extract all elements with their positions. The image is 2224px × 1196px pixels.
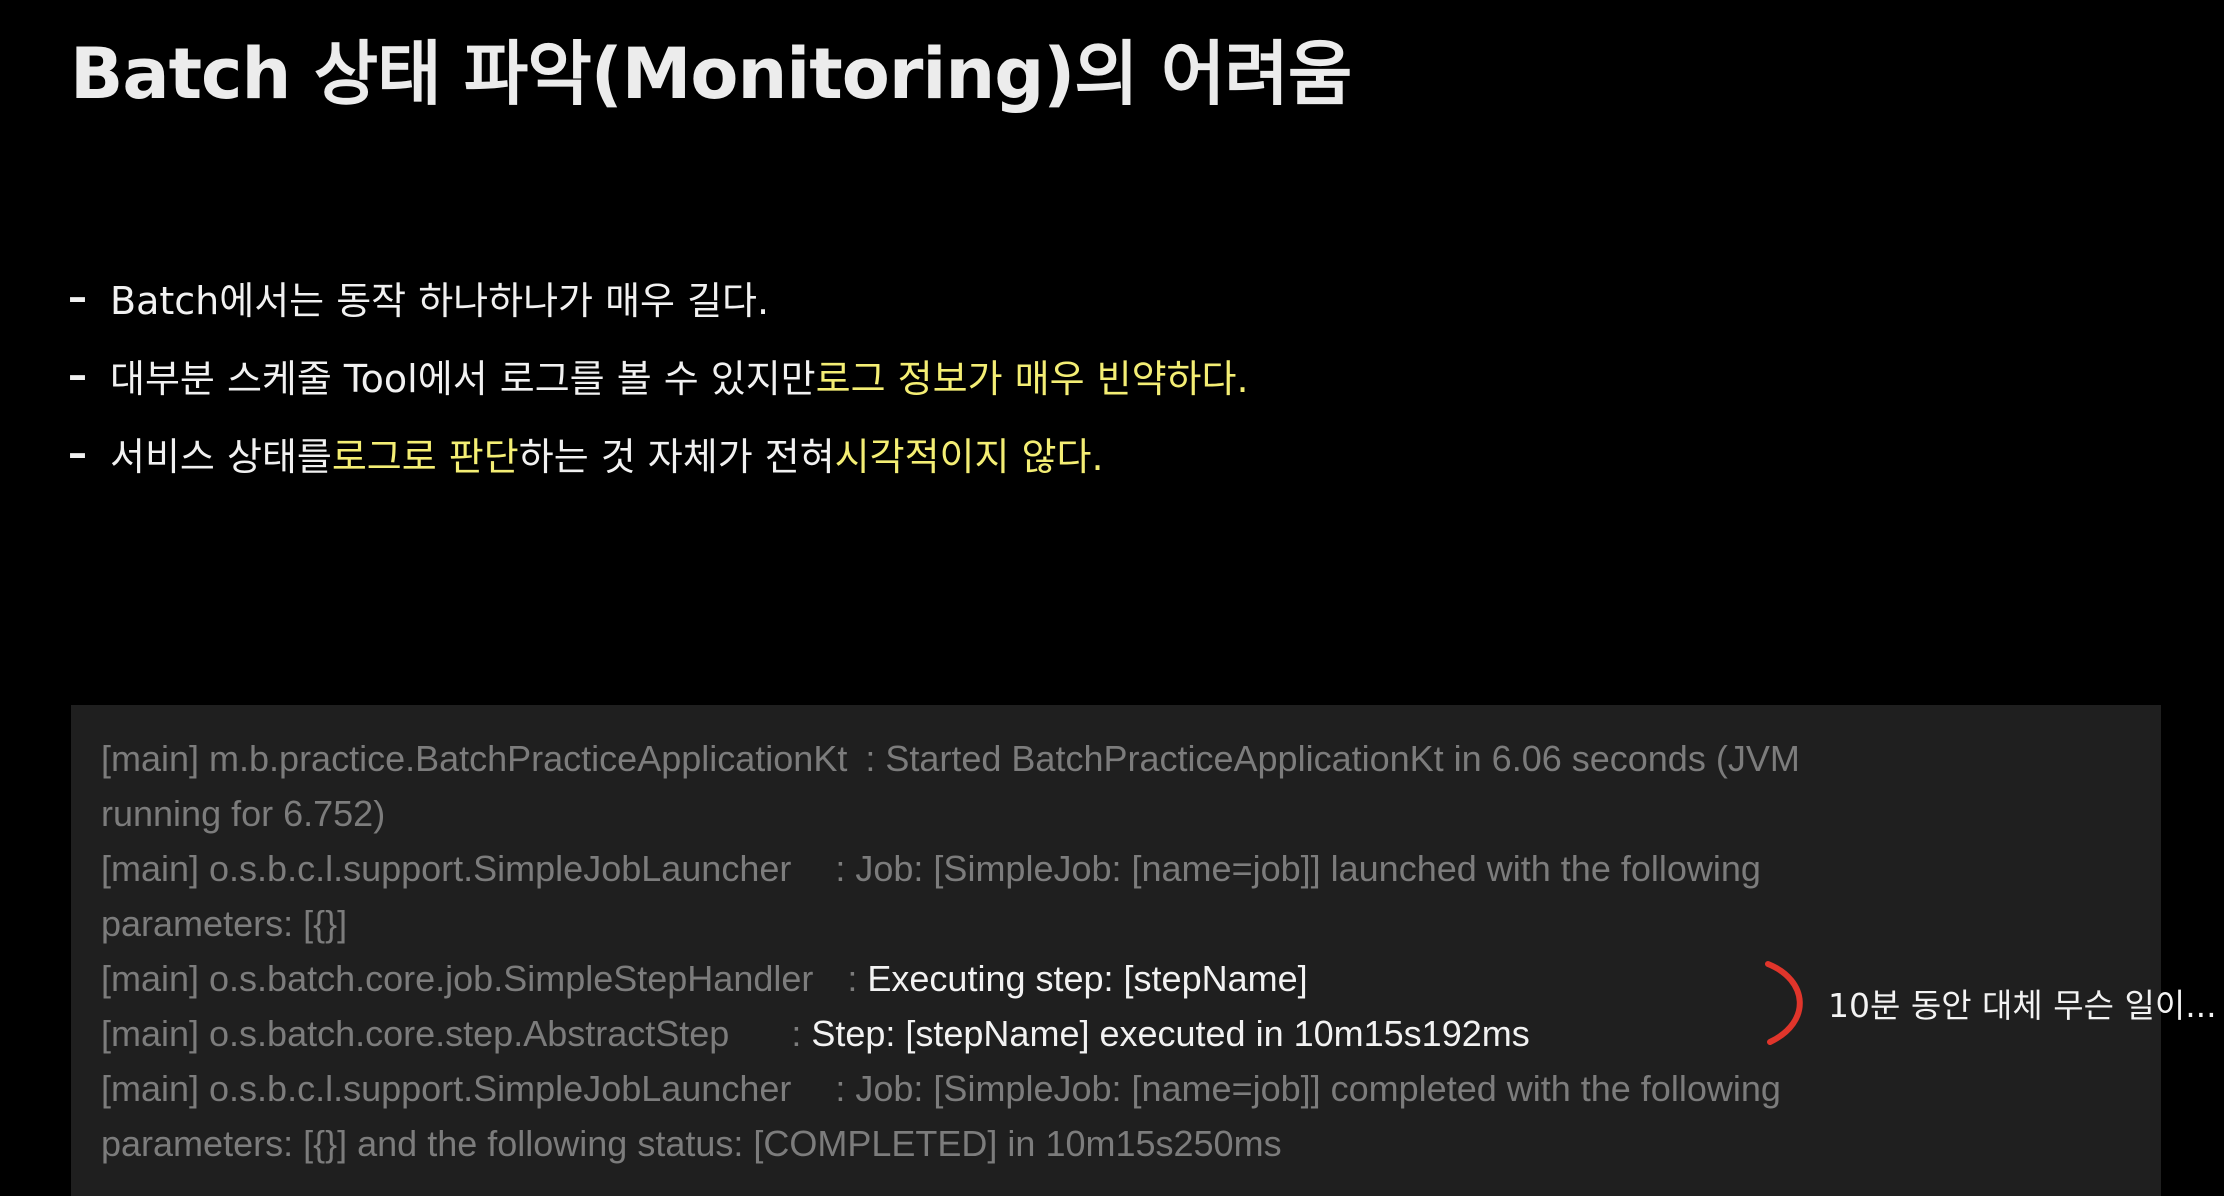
bullet-text: 대부분 스케줄 Tool에서 로그를 볼 수 있지만 [110,356,816,401]
log-message: : Started BatchPracticeApplicationKt in … [865,738,1800,779]
log-logger: [main] m.b.practice.BatchPracticeApplica… [101,738,848,779]
log-message: parameters: [{}] and the following statu… [101,1123,1282,1164]
bullet-list: – Batch에서는 동작 하나하나가 매우 길다. – 대부분 스케줄 Too… [68,258,1249,492]
log-message: running for 6.752) [101,793,386,834]
bullet-item: – Batch에서는 동작 하나하나가 매우 길다. [68,258,1249,336]
bullet-highlight: 로그 정보가 매우 빈약하다. [815,356,1249,401]
bullet-item: – 서비스 상태를 로그로 판단 하는 것 자체가 전혀 시각적이지 않다. [68,414,1249,492]
log-line: [main] o.s.b.c.l.support.SimpleJobLaunch… [101,1061,2161,1116]
log-highlight: Executing step: [stepName] [867,958,1308,999]
log-message: : Job: [SimpleJob: [name=job]] completed… [835,1068,1781,1109]
log-line: running for 6.752) [101,786,2161,841]
log-logger: [main] o.s.batch.core.job.SimpleStepHand… [101,958,814,999]
annotation: 10분 동안 대체 무슨 일이... [1760,960,2217,1046]
log-logger: [main] o.s.b.c.l.support.SimpleJobLaunch… [101,1068,792,1109]
bullet-dash: – [68,431,87,475]
log-logger: [main] o.s.b.c.l.support.SimpleJobLaunch… [101,848,792,889]
bullet-highlight: 로그로 판단 [331,434,519,479]
bullet-text: 서비스 상태를 [110,434,332,479]
bullet-item: – 대부분 스케줄 Tool에서 로그를 볼 수 있지만 로그 정보가 매우 빈… [68,336,1249,414]
log-message: : [847,958,868,999]
log-line: parameters: [{}] and the following statu… [101,1116,2161,1171]
bullet-dash: – [68,353,87,397]
log-message: parameters: [{}] [101,903,348,944]
bullet-text: Batch에서는 동작 하나하나가 매우 길다. [110,278,770,323]
log-line: [main] m.b.practice.BatchPracticeApplica… [101,731,2161,786]
bullet-dash: – [68,275,87,319]
slide-title: Batch 상태 파악(Monitoring)의 어려움 [70,33,1352,115]
log-line: parameters: [{}] [101,896,2161,951]
log-message: : Job: [SimpleJob: [name=job]] launched … [835,848,1761,889]
log-line: [main] o.s.b.c.l.support.SimpleJobLaunch… [101,841,2161,896]
log-highlight: Step: [stepName] executed in 10m15s192ms [811,1013,1530,1054]
annotation-text: 10분 동안 대체 무슨 일이... [1828,986,2217,1025]
log-message: : [791,1013,812,1054]
log-panel: [main] m.b.practice.BatchPracticeApplica… [71,705,2161,1196]
bracket-icon [1765,961,1803,1045]
bullet-highlight: 시각적이지 않다. [834,434,1104,479]
log-logger: [main] o.s.batch.core.step.AbstractStep [101,1013,730,1054]
log-text: [main] m.b.practice.BatchPracticeApplica… [101,731,2161,1171]
bullet-text: 하는 것 자체가 전혀 [518,434,835,479]
